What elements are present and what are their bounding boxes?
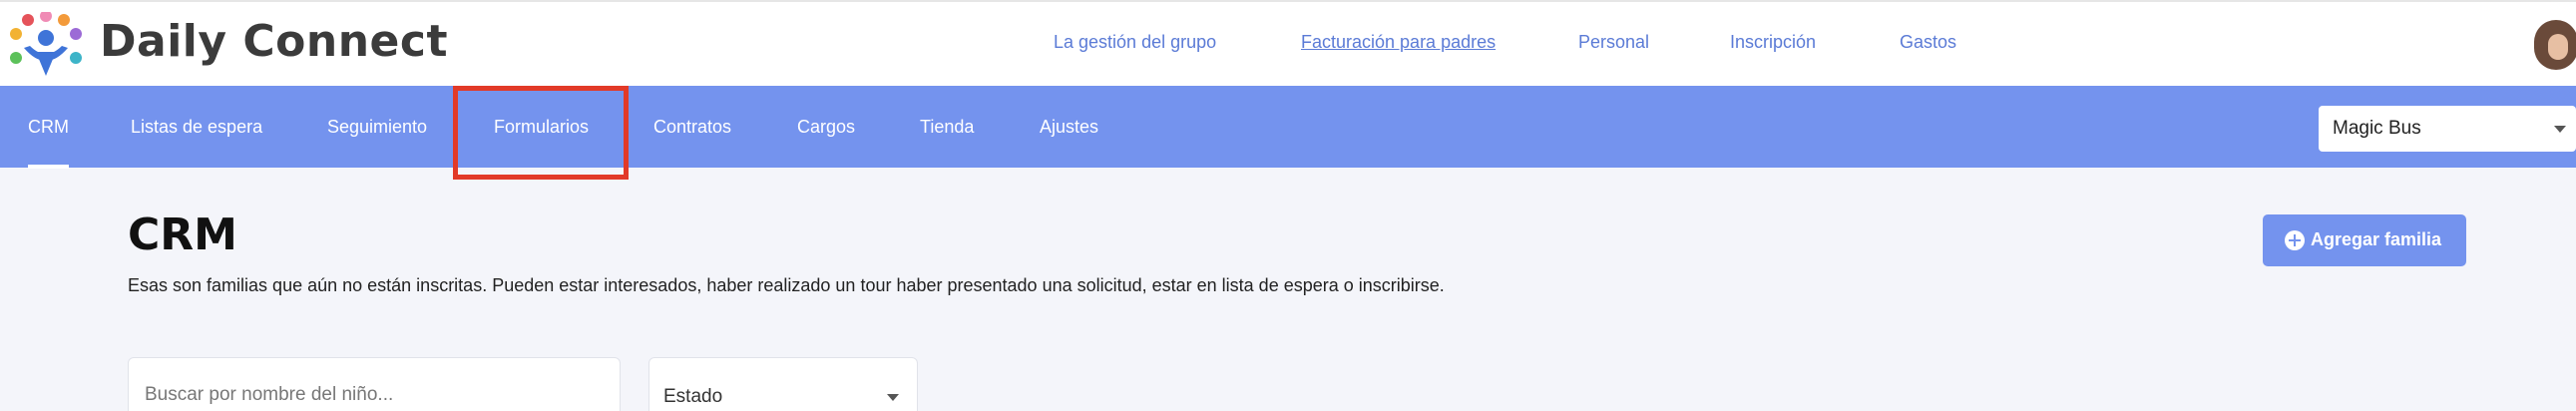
chevron-down-icon — [2554, 126, 2566, 133]
top-link-staff[interactable]: Personal — [1578, 32, 1649, 53]
search-field[interactable] — [128, 357, 621, 411]
tab-contracts[interactable]: Contratos — [653, 86, 731, 168]
top-link-enrollment[interactable]: Inscripción — [1730, 32, 1816, 53]
plus-circle-icon — [2285, 230, 2305, 250]
top-link-group-management[interactable]: La gestión del grupo — [1054, 32, 1216, 53]
daily-connect-logo-icon[interactable] — [6, 12, 86, 78]
status-filter-value: Estado — [663, 386, 723, 407]
secondary-nav: CRM Listas de espera Seguimiento Formula… — [0, 86, 2576, 169]
page-description: Esas son familias que aún no están inscr… — [128, 275, 1445, 295]
add-family-button[interactable]: Agregar familia — [2263, 214, 2466, 266]
user-avatar-icon[interactable] — [2534, 20, 2576, 70]
tab-crm[interactable]: CRM — [28, 86, 69, 169]
status-filter-select[interactable]: Estado — [648, 357, 918, 411]
chevron-down-icon — [887, 394, 899, 401]
avatar-face — [2548, 34, 2568, 60]
tab-charges[interactable]: Cargos — [797, 86, 855, 168]
tab-settings[interactable]: Ajustes — [1040, 86, 1098, 168]
school-select-value: Magic Bus — [2333, 118, 2421, 139]
brand-name: Daily Connect — [100, 16, 449, 67]
top-link-parent-billing[interactable]: Facturación para padres — [1301, 32, 1496, 53]
school-select[interactable]: Magic Bus — [2319, 106, 2576, 152]
page-title: CRM — [128, 209, 237, 260]
top-link-expenses[interactable]: Gastos — [1900, 32, 1956, 53]
top-header: Daily Connect La gestión del grupo Factu… — [0, 0, 2576, 86]
tab-store[interactable]: Tienda — [920, 86, 974, 168]
tab-waitlists[interactable]: Listas de espera — [131, 86, 262, 168]
tab-follow-up[interactable]: Seguimiento — [327, 86, 427, 168]
search-input[interactable] — [145, 384, 604, 406]
add-family-label: Agregar familia — [2311, 229, 2442, 249]
forms-tab-highlight — [453, 86, 629, 180]
